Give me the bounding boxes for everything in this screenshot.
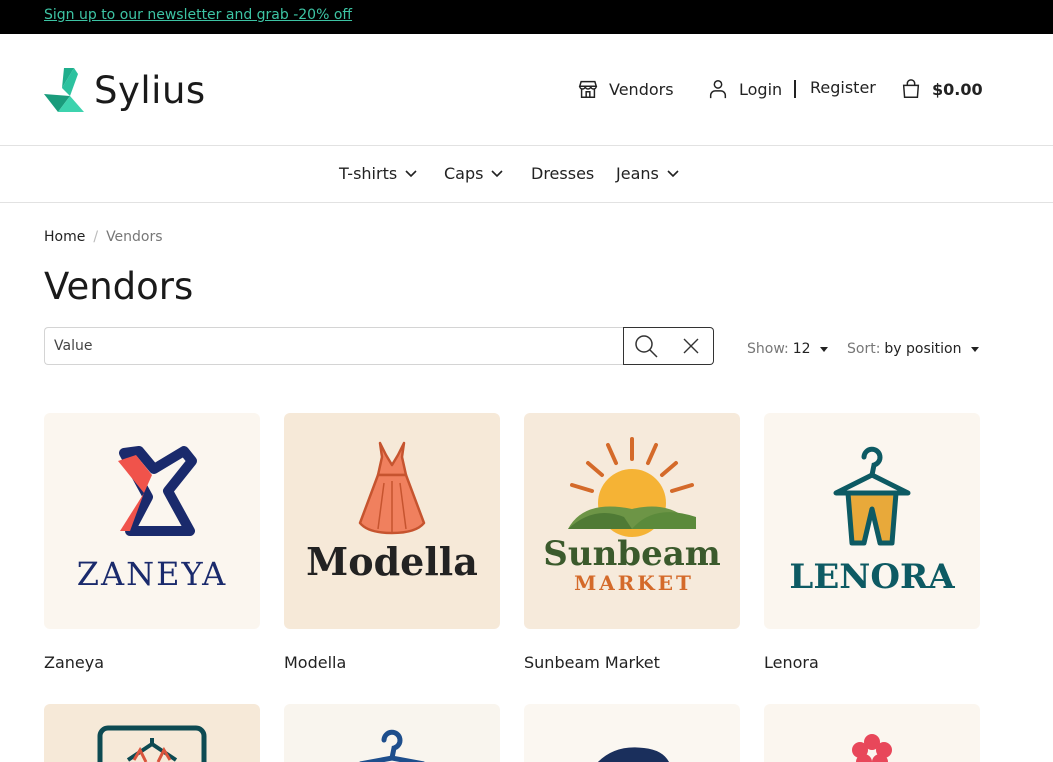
main-nav: T-shirts Caps Dresses Jeans [0, 146, 1053, 203]
register-link[interactable]: Register [810, 78, 876, 97]
nav-label: Caps [444, 164, 484, 183]
page-title: Vendors [44, 265, 194, 308]
newsletter-link[interactable]: Sign up to our newsletter and grab -20% … [44, 7, 352, 23]
nav-label: T-shirts [339, 164, 398, 183]
cart-total: $0.00 [932, 79, 983, 99]
vendor-logo-modella[interactable]: Modella [284, 413, 500, 629]
vendors-link[interactable]: Vendors [577, 78, 674, 100]
logo-sub-wordmark: MARKET [574, 571, 694, 595]
shopping-bag-icon [902, 79, 920, 98]
vendor-name[interactable]: Sunbeam Market [524, 653, 660, 672]
caret-down-icon [819, 346, 828, 352]
site-header: Sylius Vendors Login Register $0.00 [0, 34, 1053, 146]
close-icon [683, 338, 698, 354]
show-dropdown[interactable]: Show: 12 [747, 341, 828, 357]
vendor-name[interactable]: Modella [284, 653, 346, 672]
logo-text: Sylius [94, 68, 206, 112]
search-button[interactable] [623, 327, 669, 365]
breadcrumb: Home / Vendors [44, 229, 163, 245]
search-icon [635, 335, 658, 358]
nav-item-jeans[interactable]: Jeans [616, 164, 679, 183]
vendor-card-sunbeam-market[interactable]: Sunbeam MARKET Sunbeam Market [524, 413, 740, 672]
sort-dropdown[interactable]: Sort: by position [847, 341, 979, 357]
nav-label: Dresses [531, 164, 595, 183]
nav-label: Jeans [616, 164, 659, 183]
vendor-card-lenora[interactable]: LENORA Lenora [764, 413, 980, 672]
chevron-down-icon [405, 169, 417, 177]
vendor-logo-lenora[interactable]: LENORA [764, 413, 980, 629]
search-input[interactable] [44, 327, 624, 365]
cart-button[interactable]: $0.00 [900, 78, 983, 100]
header-divider [794, 80, 796, 98]
vendor-name[interactable]: Lenora [764, 653, 819, 672]
vendor-name[interactable]: Zaneya [44, 653, 104, 672]
vendor-card-modella[interactable]: Modella Modella [284, 413, 500, 672]
sort-label: Sort: [847, 341, 881, 357]
vendor-logo-5[interactable] [44, 704, 260, 762]
breadcrumb-home[interactable]: Home [44, 229, 85, 245]
vendor-card-7[interactable] [524, 704, 740, 762]
vendor-logo-8[interactable] [764, 704, 980, 762]
caret-down-icon [970, 346, 979, 352]
sort-value: by position [884, 341, 962, 357]
vendor-card-8[interactable] [764, 704, 980, 762]
breadcrumb-separator: / [93, 229, 99, 245]
chevron-down-icon [667, 169, 679, 177]
login-link[interactable]: Login [707, 78, 782, 100]
logo-wordmark: LENORA [789, 557, 955, 597]
vendor-card-zaneya[interactable]: ZANEYA Zaneya [44, 413, 260, 672]
vendor-card-5[interactable] [44, 704, 260, 762]
vendor-card-6[interactable] [284, 704, 500, 762]
chevron-down-icon [491, 169, 504, 177]
vendor-logo-7[interactable] [524, 704, 740, 762]
promo-bar: Sign up to our newsletter and grab -20% … [0, 0, 1053, 34]
vendor-logo-6[interactable] [284, 704, 500, 762]
clear-search-button[interactable] [668, 327, 714, 365]
register-label: Register [810, 78, 876, 97]
logo-wordmark: ZANEYA [77, 555, 227, 593]
vendor-logo-zaneya[interactable]: ZANEYA [44, 413, 260, 629]
sylius-logo[interactable]: Sylius [44, 66, 206, 114]
login-label: Login [739, 79, 783, 99]
nav-item-caps[interactable]: Caps [444, 164, 504, 183]
vendor-logo-sunbeam[interactable]: Sunbeam MARKET [524, 413, 740, 629]
logo-wordmark: Sunbeam [543, 534, 720, 574]
search-bar [44, 327, 714, 365]
vendors-label: Vendors [609, 79, 674, 99]
user-icon [709, 80, 727, 99]
show-value: 12 [792, 341, 811, 357]
swan-icon [44, 68, 84, 112]
show-label: Show: [747, 341, 789, 357]
breadcrumb-current: Vendors [106, 229, 163, 245]
nav-item-dresses[interactable]: Dresses [531, 164, 594, 183]
nav-item-tshirts[interactable]: T-shirts [339, 164, 417, 183]
store-icon [578, 80, 598, 98]
logo-wordmark: Modella [306, 539, 478, 584]
